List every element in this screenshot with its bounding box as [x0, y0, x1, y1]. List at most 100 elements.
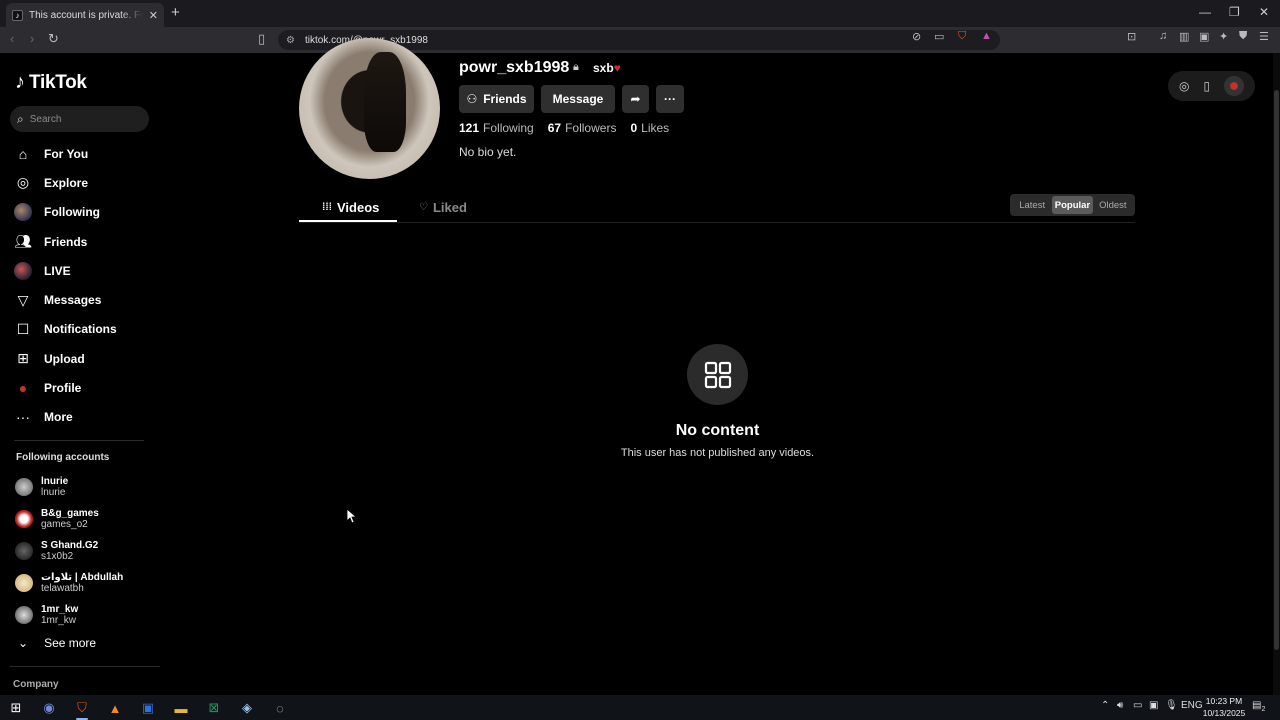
cast-icon[interactable]: ▭ [934, 30, 944, 43]
list-item[interactable]: تلاوات | Abdullah telawatbh [15, 567, 123, 599]
message-button[interactable]: Message [541, 85, 615, 113]
app-a-icon[interactable]: ▲ [105, 698, 125, 718]
file-explorer-icon[interactable]: ▬ [171, 698, 191, 718]
nav-item-profile[interactable]: ● Profile [14, 373, 117, 402]
brave-icon[interactable]: ⛉ [72, 698, 92, 720]
message-button-label: Message [552, 92, 604, 106]
mic-icon[interactable]: 🎙︎ [1165, 700, 1178, 711]
maximize-button[interactable]: ❐ [1229, 5, 1240, 19]
tab-close-icon[interactable]: ✕ [149, 9, 158, 22]
share-icon: ➦ [630, 92, 641, 106]
coins-icon[interactable]: ◎ [1179, 79, 1189, 93]
sort-popular[interactable]: Popular [1052, 196, 1093, 214]
avatar [15, 606, 33, 624]
followers-count: 67 [547, 121, 562, 135]
taskbar-clock[interactable]: 10:23 PM 10/13/2025 [1200, 695, 1248, 719]
new-tab-button[interactable]: + [171, 4, 180, 21]
search-input[interactable] [29, 113, 130, 125]
nav-item-following[interactable]: Following [14, 198, 117, 227]
nav-label: LIVE [44, 263, 71, 278]
tiktok-favicon-icon: ♪ [12, 9, 23, 21]
scrollbar-thumb[interactable] [1274, 90, 1279, 650]
ellipsis-icon: ··· [664, 92, 676, 106]
browser-tab-active[interactable]: ♪ This account is private. Follow th ✕ [6, 3, 164, 27]
close-window-button[interactable]: ✕ [1259, 5, 1269, 19]
discord-icon[interactable]: ◉ [39, 698, 59, 718]
more-options-button[interactable]: ··· [656, 85, 684, 113]
sort-latest[interactable]: Latest [1012, 196, 1052, 214]
device-icon[interactable]: ▯ [1203, 79, 1210, 93]
list-item[interactable]: S Ghand.G2 s1x0b2 [15, 535, 123, 567]
minimize-button[interactable]: — [1199, 5, 1211, 19]
display-icon[interactable]: ▣ [1149, 700, 1158, 711]
tray-chevron-icon[interactable]: ⌃ [1101, 700, 1109, 711]
company-link[interactable]: Company [13, 679, 59, 690]
browser-tab-strip: ♪ This account is private. Follow th ✕ +… [0, 0, 1280, 27]
bookmark-icon[interactable]: ▯ [258, 31, 265, 47]
wallet-icon[interactable]: ▣ [1199, 30, 1209, 43]
likes-count: 0 [630, 121, 638, 135]
see-more-button[interactable]: ⌄ See more [18, 636, 96, 650]
list-item[interactable]: 1mr_kw 1mr_kw [15, 599, 123, 631]
followers-label: Followers [565, 121, 617, 135]
menu-icon[interactable]: ☰ [1259, 30, 1269, 43]
friend-icon: ⚇ [466, 92, 478, 106]
media-off-icon[interactable]: ⊘ [912, 30, 921, 43]
network-icon[interactable]: ▭ [1133, 700, 1142, 711]
lock-icon: 🔒︎ [573, 61, 579, 73]
friends-button[interactable]: ⚇ Friends [459, 85, 534, 113]
user-avatar[interactable] [1224, 76, 1245, 96]
speaker-icon[interactable]: 🔊︎ [1117, 700, 1123, 711]
see-more-label: See more [44, 636, 97, 650]
profile-icon: ● [18, 380, 28, 397]
tab-liked[interactable]: ♡ Liked [419, 200, 467, 215]
compass-icon: ◎ [16, 174, 30, 191]
tiktok-logo[interactable]: ♪ TikTok [15, 71, 87, 94]
music-icon[interactable]: ♫ [1159, 30, 1167, 42]
friends-button-label: Friends [483, 92, 527, 106]
nav-item-notifications[interactable]: ☐ Notifications [14, 315, 117, 344]
nav-item-upload[interactable]: ⊞ Upload [14, 344, 117, 373]
following-stat[interactable]: 121 Following [459, 121, 534, 135]
brand-name: TikTok [29, 71, 87, 93]
excel-icon[interactable]: ⊠ [204, 698, 224, 718]
back-icon[interactable]: ‹ [10, 31, 14, 46]
nav-item-for-you[interactable]: ⌂ For You [14, 139, 117, 168]
site-info-icon[interactable]: ⚙ [286, 35, 295, 46]
windows-start-icon[interactable]: ⊞ [6, 698, 26, 718]
notification-center-icon[interactable]: ▤2 [1252, 700, 1265, 713]
sort-oldest[interactable]: Oldest [1093, 196, 1133, 214]
forward-icon[interactable]: › [30, 31, 34, 46]
nav-item-live[interactable]: LIVE [14, 256, 117, 285]
list-item[interactable]: B&g_games games_o2 [15, 503, 123, 535]
likes-label: Likes [641, 121, 670, 135]
profile-bio: No bio yet. [459, 145, 517, 159]
outlook-icon[interactable]: ▣ [138, 698, 158, 718]
list-item[interactable]: lnurie lnurie [15, 471, 123, 503]
share-button[interactable]: ➦ [622, 85, 649, 113]
reload-icon[interactable]: ↻ [48, 31, 59, 47]
sidebar-toggle-icon[interactable]: ▥ [1179, 30, 1189, 43]
brave-shields-icon[interactable]: ⛉ [958, 30, 966, 43]
nav-item-friends[interactable]: 👥︎ Friends [14, 227, 117, 256]
account-name: تلاوات | Abdullah [41, 572, 124, 583]
profile-nickname: sxb♥ [593, 61, 621, 75]
screenshot-icon[interactable]: ⊡ [1127, 30, 1136, 43]
vpn-icon[interactable]: ⛊ [1239, 30, 1247, 43]
notification-count: 2 [1261, 706, 1266, 713]
profile-username: powr_sxb1998 [459, 59, 570, 76]
following-label: Following [483, 121, 534, 135]
following-avatar-icon [14, 203, 32, 222]
nav-item-explore[interactable]: ◎ Explore [14, 168, 117, 197]
search-box[interactable]: ⌕ [10, 106, 149, 132]
leo-ai-icon[interactable]: ✦ [1219, 30, 1228, 43]
chrome-icon[interactable]: ◌ [270, 698, 290, 718]
brave-rewards-icon[interactable]: ▲ [981, 30, 992, 42]
tab-videos[interactable]: ⁞⁞⁞ Videos [322, 200, 379, 215]
nav-list: ⌂ For You ◎ Explore Following 👥︎ Friends… [14, 139, 117, 432]
nav-item-messages[interactable]: ▽ Messages [14, 285, 117, 314]
account-name: 1mr_kw [41, 604, 79, 615]
followers-stat[interactable]: 67 Followers [548, 121, 617, 135]
steam-icon[interactable]: ◈ [237, 698, 257, 718]
messages-icon: ▽ [17, 291, 29, 308]
